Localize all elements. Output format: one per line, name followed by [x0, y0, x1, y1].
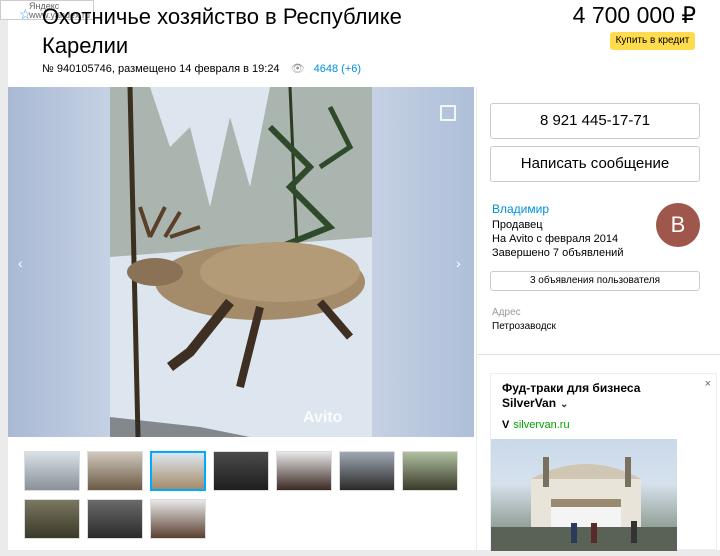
- thumbnail[interactable]: [213, 451, 269, 491]
- ad-url[interactable]: Vsilvervan.ru: [502, 419, 570, 431]
- fullscreen-icon[interactable]: [440, 105, 456, 121]
- gallery-blur-left: [8, 87, 110, 437]
- thumbnail-selected[interactable]: [150, 451, 206, 491]
- thumbnail[interactable]: [339, 451, 395, 491]
- thumbnail[interactable]: [276, 451, 332, 491]
- seller-completed: Завершено 7 объявлений: [492, 247, 624, 259]
- seller-name[interactable]: Владимир: [492, 202, 549, 216]
- contact-panel: 8 921 445-17-71 Написать сообщение Влади…: [476, 87, 720, 551]
- page: Яндекс www.yandex.ru ☆ Охотничье хозяйст…: [0, 0, 720, 551]
- thumbnail[interactable]: [150, 499, 206, 539]
- address-value: Петрозаводск: [492, 321, 556, 332]
- divider: [477, 354, 720, 355]
- listing-meta: № 940105746, размещено 14 февраля в 19:2…: [42, 62, 361, 75]
- next-arrow-icon[interactable]: ›: [456, 255, 461, 271]
- title-line2: Карелии: [42, 33, 129, 58]
- credit-button[interactable]: Купить в кредит: [610, 32, 695, 50]
- listing-title: Охотничье хозяйство в Республике Карелии: [42, 2, 482, 60]
- star-icon: ☆: [19, 6, 32, 22]
- thumbnail[interactable]: [24, 451, 80, 491]
- reindeer-photo: [110, 87, 372, 437]
- avatar[interactable]: В: [656, 203, 700, 247]
- price: 4 700 000 ₽: [572, 2, 696, 28]
- ad-url-text: silvervan.ru: [513, 419, 570, 431]
- eye-icon: 👁: [290, 63, 305, 75]
- view-count[interactable]: 4648 (+6): [314, 63, 361, 75]
- thumbnail[interactable]: [87, 499, 143, 539]
- thumbnail-strip: [8, 438, 474, 550]
- address-label: Адрес: [492, 307, 521, 318]
- ad-image[interactable]: [491, 439, 677, 551]
- photo-gallery[interactable]: ‹ › Avito: [8, 87, 474, 437]
- thumbnail[interactable]: [24, 499, 80, 539]
- phone-button[interactable]: 8 921 445-17-71: [490, 103, 700, 139]
- seller-listings-button[interactable]: 3 объявления пользователя: [490, 271, 700, 291]
- chevron-down-icon: ⌄: [560, 399, 569, 410]
- close-icon[interactable]: ×: [705, 378, 711, 390]
- ad-title-text: Фуд-траки для бизнеса SilverVan: [502, 381, 641, 410]
- ad-photo: [491, 457, 677, 551]
- main-photo[interactable]: [110, 87, 372, 437]
- seller-role: Продавец: [492, 219, 543, 231]
- thumbnail[interactable]: [87, 451, 143, 491]
- watermark: Avito: [303, 409, 343, 426]
- ad-logo-icon: V: [502, 419, 510, 431]
- message-button[interactable]: Написать сообщение: [490, 146, 700, 182]
- title-line1: Охотничье хозяйство в Республике: [42, 4, 402, 29]
- listing-number: № 940105746, размещено 14 февраля в 19:2…: [42, 63, 280, 75]
- seller-since: На Avito с февраля 2014: [492, 233, 619, 245]
- ad-block[interactable]: Фуд-траки для бизнеса SilverVan ⌄ × Vsilv…: [490, 373, 717, 551]
- thumbnail[interactable]: [402, 451, 458, 491]
- prev-arrow-icon[interactable]: ‹: [18, 255, 23, 271]
- ad-title[interactable]: Фуд-траки для бизнеса SilverVan ⌄: [502, 381, 682, 412]
